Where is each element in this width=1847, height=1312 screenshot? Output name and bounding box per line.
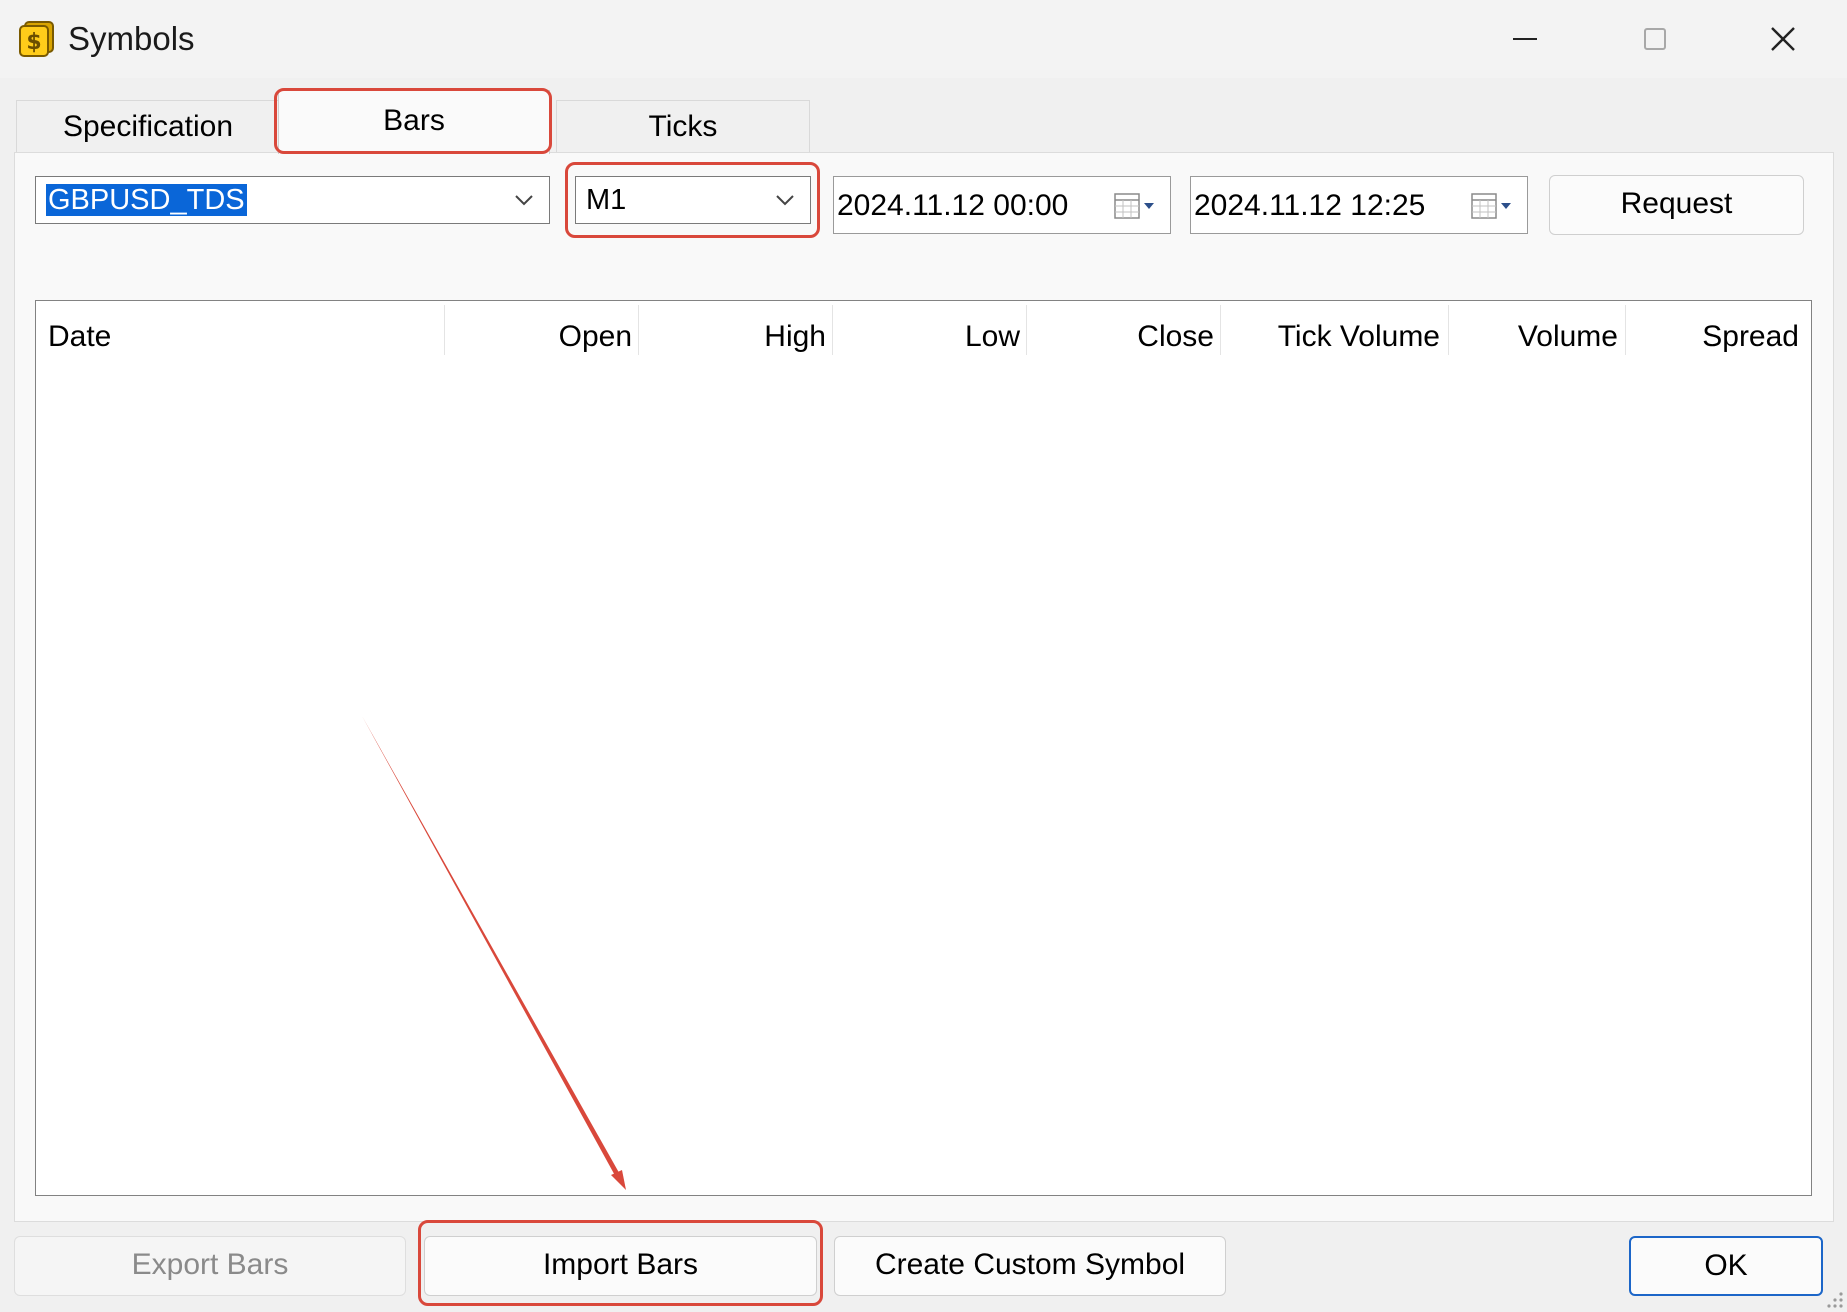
close-button[interactable]	[1728, 10, 1838, 68]
window-title: Symbols	[68, 20, 195, 57]
export-bars-button[interactable]: Export Bars	[14, 1236, 406, 1296]
request-button[interactable]: Request	[1549, 175, 1804, 235]
maximize-icon	[1644, 28, 1666, 50]
column-header-close[interactable]: Close	[1028, 317, 1214, 357]
column-separator[interactable]	[1448, 305, 1449, 355]
tab-specification[interactable]: Specification	[16, 100, 280, 152]
column-header-date[interactable]: Date	[48, 317, 111, 357]
minimize-button[interactable]	[1470, 10, 1580, 68]
column-header-tick-volume[interactable]: Tick Volume	[1222, 317, 1440, 357]
column-separator[interactable]	[1625, 305, 1626, 355]
calendar-icon[interactable]	[1114, 192, 1160, 220]
maximize-button[interactable]	[1600, 10, 1710, 68]
timeframe-value: M1	[586, 184, 627, 216]
bars-table[interactable]: Date Open High Low Close Tick Volume Vol…	[35, 300, 1812, 1196]
column-separator[interactable]	[1026, 305, 1027, 355]
title-bar: $ Symbols	[0, 0, 1847, 78]
column-header-open[interactable]: Open	[446, 317, 632, 357]
column-separator[interactable]	[444, 305, 445, 355]
ok-button[interactable]: OK	[1629, 1236, 1823, 1296]
import-bars-button[interactable]: Import Bars	[424, 1236, 817, 1296]
column-header-volume[interactable]: Volume	[1450, 317, 1618, 357]
column-separator[interactable]	[1220, 305, 1221, 355]
column-header-spread[interactable]: Spread	[1627, 317, 1799, 357]
column-header-high[interactable]: High	[640, 317, 826, 357]
symbol-combobox[interactable]: GBPUSD_TDS	[35, 176, 550, 224]
date-from-value: 2024.11.12 00:00	[837, 189, 1069, 222]
tab-bars[interactable]: Bars	[278, 90, 550, 154]
svg-text:$: $	[26, 30, 41, 55]
dollar-coin-icon: $	[19, 21, 54, 57]
chevron-down-icon	[776, 195, 794, 206]
column-separator[interactable]	[638, 305, 639, 355]
minimize-icon	[1513, 38, 1537, 40]
column-header-low[interactable]: Low	[834, 317, 1020, 357]
resize-grip-icon[interactable]	[1823, 1288, 1845, 1310]
timeframe-combobox[interactable]: M1	[575, 176, 811, 224]
date-to-picker[interactable]: 2024.11.12 12:25	[1190, 176, 1528, 234]
symbol-value: GBPUSD_TDS	[46, 184, 247, 216]
create-custom-symbol-button[interactable]: Create Custom Symbol	[834, 1236, 1226, 1296]
column-separator[interactable]	[832, 305, 833, 355]
date-to-value: 2024.11.12 12:25	[1194, 189, 1426, 222]
symbols-dialog: $ Symbols Specification Ticks Bars GBPUS…	[0, 0, 1847, 1312]
close-icon	[1771, 27, 1795, 51]
calendar-icon[interactable]	[1471, 192, 1517, 220]
tab-ticks[interactable]: Ticks	[556, 100, 810, 152]
chevron-down-icon	[515, 195, 533, 206]
date-from-picker[interactable]: 2024.11.12 00:00	[833, 176, 1171, 234]
